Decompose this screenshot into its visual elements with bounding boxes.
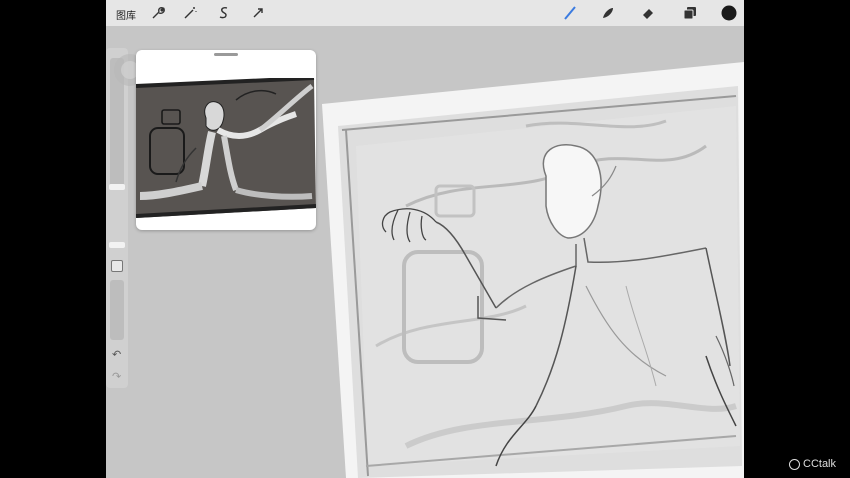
transform-arrow-icon[interactable] (250, 5, 266, 21)
brush-icon[interactable] (562, 5, 578, 21)
layers-icon[interactable] (682, 5, 698, 21)
left-sidebar: ↶ ↷ (106, 48, 128, 388)
reference-image (136, 78, 316, 220)
selection-icon[interactable] (216, 5, 232, 21)
drag-handle[interactable] (214, 53, 238, 56)
magic-wand-icon[interactable] (182, 5, 198, 21)
brush-size-knob[interactable] (109, 184, 125, 190)
modifier-square-icon[interactable] (111, 260, 123, 272)
eraser-icon[interactable] (640, 5, 656, 21)
opacity-knob[interactable] (109, 242, 125, 248)
gallery-button[interactable]: 图库 (116, 7, 136, 22)
watermark-label: CCtalk (803, 458, 837, 470)
wrench-icon[interactable] (150, 5, 166, 21)
top-toolbar: 图库 (106, 0, 744, 26)
color-swatch-icon[interactable] (721, 5, 737, 21)
undo-icon[interactable]: ↶ (112, 348, 121, 361)
redo-icon[interactable]: ↷ (112, 370, 121, 383)
reference-window[interactable] (136, 50, 316, 230)
cctalk-logo-icon (789, 458, 800, 470)
smudge-icon[interactable] (600, 5, 616, 21)
opacity-slider[interactable] (110, 280, 124, 340)
cctalk-watermark: CCtalk (789, 458, 836, 470)
